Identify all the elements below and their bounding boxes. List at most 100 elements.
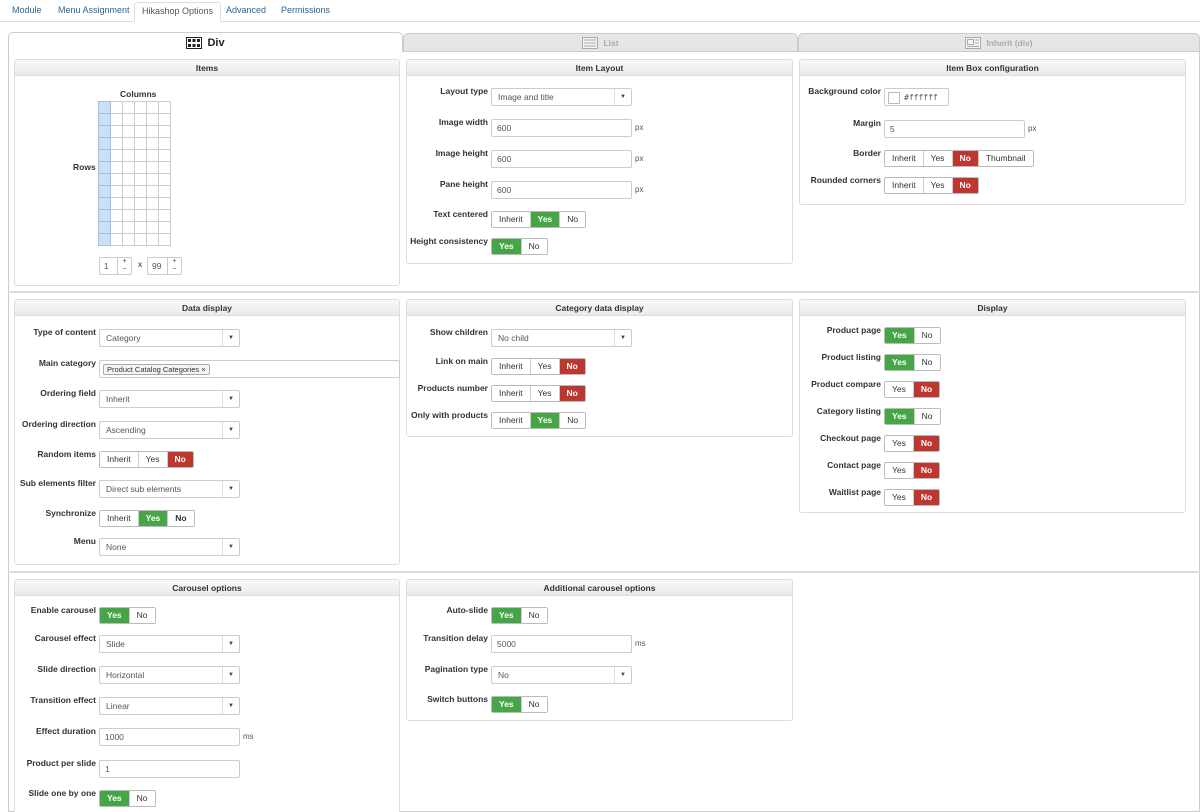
carousel-effect-select[interactable]: Slide ▼ bbox=[99, 635, 240, 653]
grid-cell[interactable] bbox=[146, 113, 159, 126]
pagination-type-select[interactable]: No ▼ bbox=[491, 666, 632, 684]
grid-cell[interactable] bbox=[98, 161, 111, 174]
rounded-no-button[interactable]: No bbox=[951, 178, 978, 193]
remove-chip-icon[interactable]: × bbox=[201, 365, 205, 374]
columns-stepper-buttons[interactable]: + − bbox=[117, 258, 131, 274]
grid-cell[interactable] bbox=[122, 221, 135, 234]
transition-effect-select[interactable]: Linear ▼ bbox=[99, 697, 240, 715]
effect-duration-input[interactable]: 1000 bbox=[99, 728, 240, 746]
grid-cell[interactable] bbox=[158, 209, 171, 222]
grid-cell[interactable] bbox=[146, 233, 159, 246]
grid-cell[interactable] bbox=[122, 161, 135, 174]
grid-cell[interactable] bbox=[158, 197, 171, 210]
grid-cell[interactable] bbox=[122, 233, 135, 246]
grid-cell[interactable] bbox=[98, 113, 111, 126]
grid-cell[interactable] bbox=[110, 233, 123, 246]
grid-cell[interactable] bbox=[122, 113, 135, 126]
synchronize-no-button[interactable]: No bbox=[167, 511, 194, 526]
contact-page-no-button[interactable]: No bbox=[912, 463, 940, 478]
grid-cell[interactable] bbox=[122, 173, 135, 186]
grid-cell[interactable] bbox=[146, 125, 159, 138]
product-listing-yes-button[interactable]: Yes bbox=[885, 355, 914, 370]
grid-cell[interactable] bbox=[134, 185, 147, 198]
grid-cell[interactable] bbox=[122, 137, 135, 150]
only-with-products-yes-button[interactable]: Yes bbox=[529, 413, 560, 428]
slide-direction-select[interactable]: Horizontal ▼ bbox=[99, 666, 240, 684]
grid-cell[interactable] bbox=[98, 137, 111, 150]
grid-cell[interactable] bbox=[146, 185, 159, 198]
random-yes-button[interactable]: Yes bbox=[137, 452, 167, 467]
height-consistency-yes-button[interactable]: Yes bbox=[492, 239, 521, 254]
grid-cell[interactable] bbox=[98, 233, 111, 246]
grid-cell[interactable] bbox=[134, 113, 147, 126]
grid-cell[interactable] bbox=[122, 125, 135, 138]
grid-cell[interactable] bbox=[98, 185, 111, 198]
grid-cell[interactable] bbox=[158, 101, 171, 114]
checkout-page-no-button[interactable]: No bbox=[912, 436, 940, 451]
category-listing-no-button[interactable]: No bbox=[913, 409, 940, 424]
switch-buttons-yes-button[interactable]: Yes bbox=[492, 697, 521, 712]
layout-tab-list[interactable]: List bbox=[403, 33, 798, 52]
grid-cell[interactable] bbox=[110, 125, 123, 138]
grid-cell[interactable] bbox=[134, 101, 147, 114]
plus-icon[interactable]: + bbox=[172, 258, 176, 265]
tab-menu-assignment[interactable]: Menu Assignment bbox=[51, 2, 137, 22]
product-page-yes-button[interactable]: Yes bbox=[885, 328, 914, 343]
grid-cell[interactable] bbox=[98, 125, 111, 138]
text-centered-inherit-button[interactable]: Inherit bbox=[492, 212, 530, 227]
grid-cell[interactable] bbox=[110, 149, 123, 162]
grid-cell[interactable] bbox=[134, 161, 147, 174]
grid-cell[interactable] bbox=[122, 149, 135, 162]
grid-cell[interactable] bbox=[110, 221, 123, 234]
products-number-no-button[interactable]: No bbox=[558, 386, 585, 401]
ordering-field-select[interactable]: Inherit ▼ bbox=[99, 390, 240, 408]
product-listing-no-button[interactable]: No bbox=[913, 355, 940, 370]
minus-icon[interactable]: − bbox=[122, 266, 126, 273]
grid-cell[interactable] bbox=[98, 149, 111, 162]
layout-type-select[interactable]: Image and title ▼ bbox=[491, 88, 632, 106]
border-no-button[interactable]: No bbox=[951, 151, 978, 166]
waitlist-page-no-button[interactable]: No bbox=[912, 490, 940, 505]
rounded-inherit-button[interactable]: Inherit bbox=[885, 178, 923, 193]
tab-hikashop-options[interactable]: Hikashop Options bbox=[134, 2, 222, 22]
link-on-main-inherit-button[interactable]: Inherit bbox=[492, 359, 530, 374]
column-row-grid-selector[interactable] bbox=[98, 101, 171, 246]
margin-input[interactable]: 5 bbox=[884, 120, 1025, 138]
grid-cell[interactable] bbox=[110, 113, 123, 126]
minus-icon[interactable]: − bbox=[172, 266, 176, 273]
products-number-inherit-button[interactable]: Inherit bbox=[492, 386, 530, 401]
grid-cell[interactable] bbox=[158, 149, 171, 162]
link-on-main-yes-button[interactable]: Yes bbox=[529, 359, 559, 374]
plus-icon[interactable]: + bbox=[122, 258, 126, 265]
only-with-products-no-button[interactable]: No bbox=[559, 413, 586, 428]
tab-permissions[interactable]: Permissions bbox=[274, 2, 337, 22]
border-yes-button[interactable]: Yes bbox=[922, 151, 952, 166]
grid-cell[interactable] bbox=[146, 149, 159, 162]
layout-tab-div[interactable]: Div bbox=[8, 32, 403, 53]
tab-advanced[interactable]: Advanced bbox=[219, 2, 273, 22]
grid-cell[interactable] bbox=[146, 161, 159, 174]
grid-cell[interactable] bbox=[146, 221, 159, 234]
grid-cell[interactable] bbox=[158, 137, 171, 150]
grid-cell[interactable] bbox=[122, 209, 135, 222]
grid-cell[interactable] bbox=[146, 173, 159, 186]
grid-cell[interactable] bbox=[134, 221, 147, 234]
layout-tab-inherit[interactable]: Inherit (div) bbox=[798, 33, 1200, 52]
auto-slide-yes-button[interactable]: Yes bbox=[492, 608, 521, 623]
grid-cell[interactable] bbox=[158, 125, 171, 138]
product-per-slide-input[interactable]: 1 bbox=[99, 760, 240, 778]
grid-cell[interactable] bbox=[98, 101, 111, 114]
tab-module[interactable]: Module bbox=[5, 2, 49, 22]
border-thumbnail-button[interactable]: Thumbnail bbox=[977, 151, 1033, 166]
slide-one-by-one-no-button[interactable]: No bbox=[128, 791, 155, 806]
category-listing-yes-button[interactable]: Yes bbox=[885, 409, 914, 424]
grid-cell[interactable] bbox=[158, 161, 171, 174]
grid-cell[interactable] bbox=[146, 101, 159, 114]
grid-cell[interactable] bbox=[122, 101, 135, 114]
image-width-input[interactable]: 600 bbox=[491, 119, 632, 137]
pane-height-input[interactable]: 600 bbox=[491, 181, 632, 199]
grid-cell[interactable] bbox=[98, 197, 111, 210]
product-page-no-button[interactable]: No bbox=[913, 328, 940, 343]
switch-buttons-no-button[interactable]: No bbox=[520, 697, 547, 712]
main-category-multiselect[interactable]: Product Catalog Categories × bbox=[99, 360, 400, 378]
